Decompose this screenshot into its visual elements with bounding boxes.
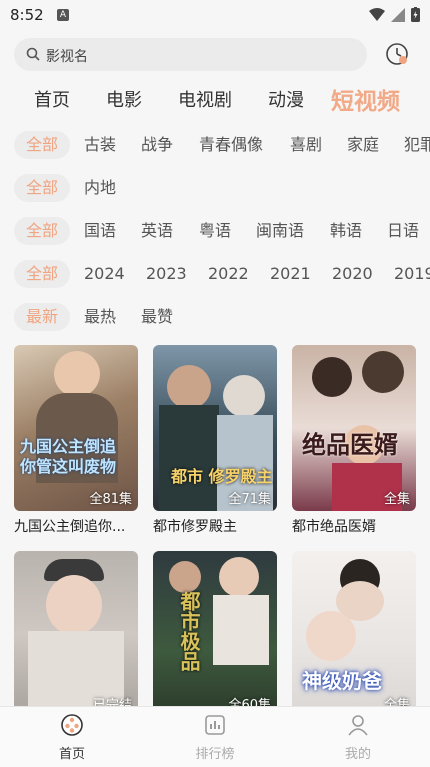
poster-title-text: 都市 修罗殿主 <box>171 467 273 486</box>
tab-anime[interactable]: 动漫 <box>268 86 304 112</box>
filter-region-all[interactable]: 全部 <box>14 174 71 202</box>
filter-sort-option[interactable]: 最赞 <box>141 303 173 331</box>
filter-year-option[interactable]: 2020 <box>332 260 373 288</box>
video-card[interactable]: 都市极品 全60集 <box>153 551 277 717</box>
filter-genre-option[interactable]: 青春偶像 <box>199 131 263 159</box>
filter-region: 全部 内地 <box>0 174 430 204</box>
filter-sort-latest[interactable]: 最新 <box>14 303 71 331</box>
filter-year-option[interactable]: 2022 <box>208 260 249 288</box>
status-time: 8:52 <box>10 6 44 24</box>
video-card[interactable]: 已完结 <box>14 551 138 717</box>
filter-genre-option[interactable]: 家庭 <box>347 131 379 159</box>
episode-badge: 全集 <box>383 492 410 507</box>
poster-image: 都市极品 全60集 <box>153 551 277 717</box>
filter-year-option[interactable]: 2023 <box>146 260 187 288</box>
poster-image: 绝品医婿 全集 <box>292 345 416 511</box>
poster-title-text: 绝品医婿 <box>302 430 398 459</box>
tab-home[interactable]: 首页 <box>34 86 70 112</box>
search-icon <box>26 47 40 61</box>
video-title: 都市修罗殿主 <box>153 519 237 535</box>
tab-movies[interactable]: 电影 <box>106 86 142 112</box>
filter-language-option[interactable]: 英语 <box>141 217 173 245</box>
filter-genre-option[interactable]: 喜剧 <box>290 131 322 159</box>
episode-badge: 全81集 <box>89 492 132 507</box>
search-bar[interactable]: 影视名 <box>14 38 367 71</box>
status-icons <box>369 7 420 22</box>
signal-icon <box>391 7 405 22</box>
status-bar: 8:52 A <box>0 0 430 30</box>
film-reel-icon <box>61 714 83 736</box>
poster-title-text: 神级奶爸 <box>302 669 382 693</box>
filter-year: 全部 2024 2023 2022 2021 2020 2019 <box>0 260 430 290</box>
video-card[interactable]: 九国公主倒追 你管这叫废物 全81集 九国公主倒追你... <box>14 345 138 545</box>
filter-year-option[interactable]: 2019 <box>394 260 430 288</box>
nav-home[interactable]: 首页 <box>32 713 112 762</box>
poster-image: 都市 修罗殿主 全71集 <box>153 345 277 511</box>
video-title: 九国公主倒追你... <box>14 519 126 535</box>
chart-icon <box>205 715 225 735</box>
video-card[interactable]: 绝品医婿 全集 都市绝品医婿 <box>292 345 416 545</box>
filter-language: 全部 国语 英语 粤语 闽南语 韩语 日语 <box>0 217 430 247</box>
poster-image: 已完结 <box>14 551 138 717</box>
poster-title-text: 都市极品 <box>177 591 201 671</box>
history-clock-icon[interactable] <box>384 41 410 67</box>
nav-label: 排行榜 <box>195 747 235 762</box>
nav-profile[interactable]: 我的 <box>318 713 398 762</box>
poster-title-text: 九国公主倒追 你管这叫废物 <box>20 437 117 476</box>
filter-genre-option[interactable]: 战争 <box>141 131 173 159</box>
filter-year-all[interactable]: 全部 <box>14 260 71 288</box>
notification-app-icon: A <box>57 9 69 21</box>
battery-icon <box>411 7 420 22</box>
filter-language-option[interactable]: 国语 <box>84 217 116 245</box>
poster-image: 神级奶爸 全集 <box>292 551 416 717</box>
tab-short-video[interactable]: 短视频 <box>331 82 400 116</box>
user-icon <box>348 715 368 736</box>
filter-genre-option[interactable]: 古装 <box>84 131 116 159</box>
wifi-icon <box>369 7 385 21</box>
nav-ranking[interactable]: 排行榜 <box>175 713 255 762</box>
filter-language-option[interactable]: 闽南语 <box>256 217 304 245</box>
category-tabs: 首页 电影 电视剧 动漫 短视频 <box>0 80 430 116</box>
filter-genre-option[interactable]: 犯罪 <box>404 131 430 159</box>
poster-image: 九国公主倒追 你管这叫废物 全81集 <box>14 345 138 511</box>
search-input[interactable]: 影视名 <box>46 46 88 66</box>
filter-genre-all[interactable]: 全部 <box>14 131 71 159</box>
filter-year-option[interactable]: 2021 <box>270 260 311 288</box>
filter-language-option[interactable]: 日语 <box>387 217 419 245</box>
episode-badge: 全71集 <box>228 492 271 507</box>
filter-sort: 最新 最热 最赞 <box>0 303 430 333</box>
bottom-navigation: 首页 排行榜 我的 <box>0 706 430 767</box>
tab-tv-series[interactable]: 电视剧 <box>178 86 232 112</box>
filter-language-option[interactable]: 韩语 <box>330 217 362 245</box>
video-title: 都市绝品医婿 <box>292 519 376 535</box>
nav-label: 我的 <box>344 747 371 762</box>
filter-region-option[interactable]: 内地 <box>84 174 116 202</box>
filter-sort-option[interactable]: 最热 <box>84 303 116 331</box>
filter-year-option[interactable]: 2024 <box>84 260 125 288</box>
filter-genre: 全部 古装 战争 青春偶像 喜剧 家庭 犯罪 <box>0 131 430 161</box>
filter-language-option[interactable]: 粤语 <box>199 217 231 245</box>
video-card[interactable]: 神级奶爸 全集 <box>292 551 416 717</box>
video-card[interactable]: 都市 修罗殿主 全71集 都市修罗殿主 <box>153 345 277 545</box>
nav-label: 首页 <box>58 747 85 762</box>
filter-language-all[interactable]: 全部 <box>14 217 71 245</box>
